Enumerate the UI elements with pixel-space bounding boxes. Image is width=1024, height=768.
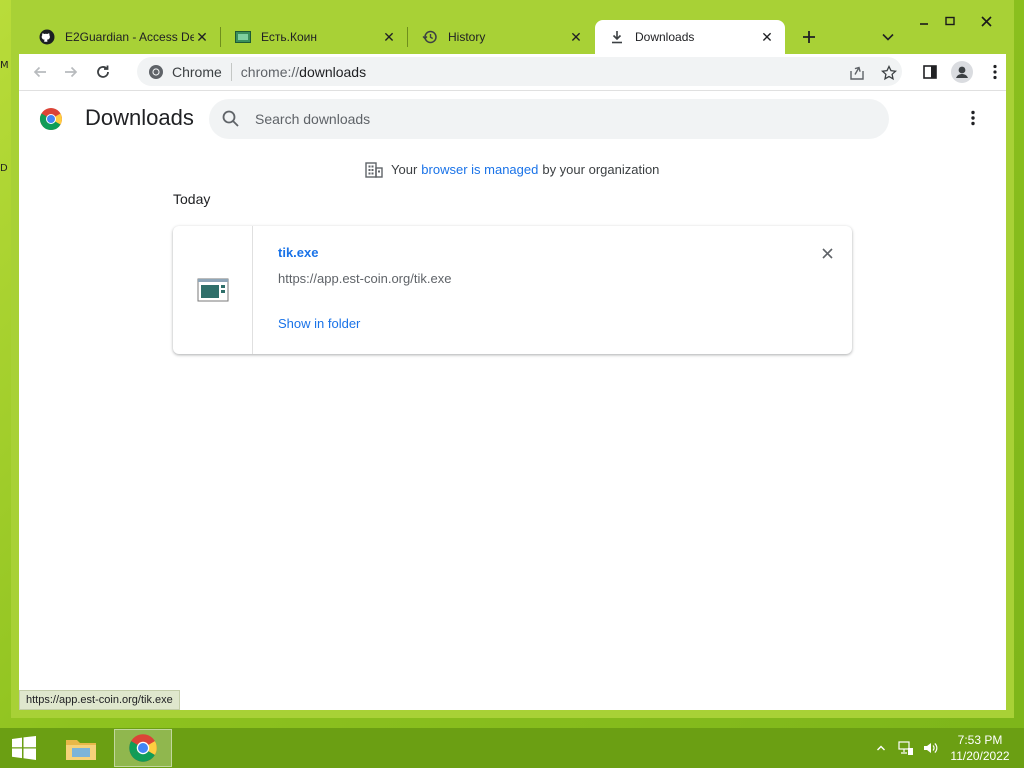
profile-button[interactable] <box>948 58 976 86</box>
folder-icon <box>66 740 96 760</box>
maximize-icon <box>945 16 955 26</box>
remove-from-list-button[interactable] <box>817 243 837 263</box>
coin-site-icon <box>235 29 251 45</box>
link-status-bubble: https://app.est-coin.org/tik.exe <box>19 690 180 710</box>
chevron-down-icon <box>882 33 894 41</box>
forward-button[interactable] <box>57 58 85 86</box>
chrome-logo-icon <box>129 734 157 762</box>
search-input[interactable] <box>255 111 835 127</box>
reload-icon <box>97 65 109 78</box>
github-icon <box>39 29 55 45</box>
clock-time: 7:53 PM <box>957 733 1003 747</box>
close-icon[interactable]: ✕ <box>381 29 397 45</box>
tab-title: Downloads <box>635 30 695 44</box>
page-more-actions-button[interactable] <box>961 106 985 130</box>
tab-est-coin[interactable]: Есть.Коин ✕ <box>221 20 407 54</box>
search-downloads[interactable] <box>209 99 889 139</box>
url-host: downloads <box>299 63 367 80</box>
back-button[interactable] <box>26 58 54 86</box>
url-scheme: chrome:// <box>240 63 300 80</box>
kebab-menu-icon <box>993 64 997 80</box>
download-file-name[interactable]: tik.exe <box>278 245 318 260</box>
page-title: Downloads <box>85 105 194 130</box>
windows-logo-icon <box>12 736 36 760</box>
close-icon[interactable]: ✕ <box>194 29 210 45</box>
chrome-taskbar-button[interactable] <box>114 729 172 767</box>
avatar-icon <box>951 61 973 83</box>
chrome-logo-icon <box>39 107 63 131</box>
chevron-up-icon <box>877 745 885 751</box>
tab-title: Есть.Коин <box>261 30 317 44</box>
clock-date: 11/20/2022 <box>950 749 1010 763</box>
arrow-left-icon <box>33 66 46 78</box>
bookmark-star-icon[interactable] <box>878 62 900 84</box>
history-icon <box>422 29 438 45</box>
managed-notice: Your browser is managed by your organiza… <box>365 159 659 179</box>
address-bar[interactable]: Chrome chrome://downloads <box>137 57 902 86</box>
site-chip-label: Chrome <box>172 63 222 80</box>
side-panel-icon <box>923 65 937 79</box>
side-panel-button[interactable] <box>916 58 944 86</box>
browser-toolbar: Chrome chrome://downloads <box>19 54 1006 90</box>
maximize-button[interactable] <box>935 10 965 32</box>
building-icon <box>365 160 383 178</box>
chrome-menu-button[interactable] <box>981 58 1009 86</box>
show-hidden-icons-button[interactable] <box>874 738 888 758</box>
volume-button[interactable] <box>920 738 940 758</box>
omnibox-divider <box>230 62 232 81</box>
tab-strip: E2Guardian - Access De ✕ Есть.Коин ✕ His… <box>11 0 1014 54</box>
tab-title: History <box>448 30 486 44</box>
taskbar-clock[interactable]: 7:53 PM 11/20/2022 <box>944 732 1016 764</box>
date-heading: Today <box>173 191 211 207</box>
close-icon[interactable]: ✕ <box>759 29 775 45</box>
tab-downloads[interactable]: Downloads ✕ <box>595 20 785 54</box>
chrome-icon <box>148 64 164 80</box>
search-icon <box>221 109 241 129</box>
tab-search-button[interactable] <box>875 24 901 50</box>
desktop-icon-label-fragment: M <box>0 60 9 71</box>
executable-file-icon <box>197 278 228 302</box>
show-in-folder-link[interactable]: Show in folder <box>278 316 360 331</box>
desktop-icon-label-fragment: D <box>0 163 8 174</box>
arrow-right-icon <box>65 66 78 78</box>
file-explorer-taskbar-button[interactable] <box>52 729 110 767</box>
network-icon <box>898 741 913 755</box>
windows-taskbar: 7:53 PM 11/20/2022 <box>0 728 1024 768</box>
start-button[interactable] <box>0 728 48 768</box>
share-icon[interactable] <box>846 62 868 84</box>
tab-e2guardian[interactable]: E2Guardian - Access De ✕ <box>25 20 220 54</box>
close-icon <box>821 247 833 259</box>
tab-history[interactable]: History ✕ <box>408 20 594 54</box>
managed-browser-link[interactable]: browser is managed <box>421 162 538 177</box>
close-icon <box>980 15 992 27</box>
page-header: Downloads <box>19 91 1006 149</box>
plus-icon <box>803 31 815 43</box>
close-window-button[interactable] <box>971 10 1001 32</box>
downloads-page: Downloads Your browser is managed by you… <box>19 90 1006 710</box>
new-tab-button[interactable] <box>796 24 822 50</box>
download-icon <box>609 29 625 45</box>
managed-prefix: Your <box>391 161 418 177</box>
tab-title: E2Guardian - Access De <box>65 30 194 44</box>
kebab-menu-icon <box>971 110 975 126</box>
close-icon[interactable]: ✕ <box>568 29 584 45</box>
download-source-url: https://app.est-coin.org/tik.exe <box>278 271 452 286</box>
reload-button[interactable] <box>89 58 117 86</box>
browser-window: E2Guardian - Access De ✕ Есть.Коин ✕ His… <box>11 0 1014 718</box>
network-status-button[interactable] <box>896 738 916 758</box>
managed-suffix: by your organization <box>542 161 660 177</box>
minimize-icon <box>920 23 928 25</box>
download-item: tik.exe https://app.est-coin.org/tik.exe… <box>173 226 852 354</box>
file-icon-column <box>173 226 253 354</box>
speaker-icon <box>924 743 938 753</box>
